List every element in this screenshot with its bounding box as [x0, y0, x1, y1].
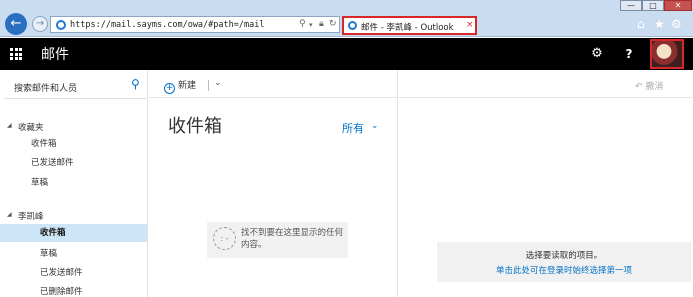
favorites-header[interactable]: ◢ 收藏夹: [7, 121, 44, 133]
window-maximize-button[interactable]: □: [642, 0, 664, 11]
empty-state: : - 找不到要在这里显示的任何内容。: [207, 222, 348, 258]
favorites-item-drafts[interactable]: 草稿: [0, 174, 147, 192]
search-icon[interactable]: ⚲: [131, 77, 140, 91]
browser-tab[interactable]: 邮件 - 李凯峰 - Outlook ×: [342, 16, 477, 35]
account-header[interactable]: ◢ 李凯峰: [7, 210, 44, 222]
lock-icon[interactable]: 🔒︎: [319, 19, 324, 29]
undo-button[interactable]: ↶ 撤消: [635, 79, 663, 92]
empty-state-text: 找不到要在这里显示的任何内容。: [241, 228, 344, 250]
window-close-button[interactable]: ✕: [664, 0, 692, 11]
collapse-triangle-icon: ◢: [7, 122, 12, 129]
app-launcher-icon[interactable]: [10, 48, 22, 60]
help-icon[interactable]: ?: [614, 38, 644, 70]
toolbar-divider: [399, 97, 693, 98]
search-input[interactable]: 搜索邮件和人员 ⚲: [4, 73, 146, 99]
undo-label: 撤消: [645, 82, 664, 92]
account-label: 李凯峰: [18, 212, 44, 222]
reading-hint: 选择要读取的项目。: [525, 251, 603, 261]
collapse-triangle-icon: ◢: [7, 211, 12, 218]
folder-item-inbox[interactable]: 收件箱: [0, 224, 147, 242]
favorites-label: 收藏夹: [18, 123, 44, 133]
reading-placeholder: 选择要读取的项目。 单击此处可在登录时始终选择第一项: [437, 242, 691, 282]
search-icon[interactable]: ⚲: [299, 19, 306, 29]
star-icon[interactable]: ★: [654, 17, 665, 31]
forward-button[interactable]: →: [32, 16, 48, 32]
select-first-item-link[interactable]: 单击此处可在登录时始终选择第一项: [437, 264, 691, 276]
gear-icon[interactable]: ⚙: [671, 17, 682, 31]
settings-gear-icon[interactable]: ⚙: [582, 38, 612, 70]
folder-item-deleted[interactable]: 已删除邮件: [0, 283, 147, 297]
reading-pane: ↶ 撤消 选择要读取的项目。 单击此处可在登录时始终选择第一项: [399, 70, 693, 297]
new-message-button[interactable]: + 新建: [164, 78, 197, 94]
message-list-pane: + 新建 ⌄ 收件箱 所有 ⌄ : - 找不到要在这里显示的任何内容。: [149, 70, 398, 297]
avatar[interactable]: [650, 39, 684, 69]
favorites-item-inbox[interactable]: 收件箱: [0, 135, 147, 153]
browser-titlebar: — □ ✕ ← → https://mail.sayms.com/owa/#pa…: [0, 0, 693, 37]
new-label: 新建: [178, 81, 197, 91]
folder-item-drafts[interactable]: 草稿: [0, 245, 147, 263]
refresh-icon[interactable]: ↻: [329, 19, 337, 29]
ie-logo-icon: [56, 20, 66, 30]
search-placeholder: 搜索邮件和人员: [14, 84, 78, 94]
address-bar[interactable]: https://mail.sayms.com/owa/#path=/mail ⚲…: [50, 16, 340, 33]
chevron-down-icon[interactable]: ⌄: [371, 121, 379, 131]
chevron-down-icon[interactable]: ▾: [309, 21, 313, 29]
home-icon[interactable]: ⌂: [637, 17, 645, 31]
folder-pane: 搜索邮件和人员 ⚲ ◢ 收藏夹 收件箱 已发送邮件 草稿 ◢ 李凯峰 收件箱 草…: [0, 70, 148, 297]
tab-close-icon[interactable]: ×: [466, 20, 474, 30]
toolbar-divider: [208, 80, 209, 91]
folder-item-sent[interactable]: 已发送邮件: [0, 264, 147, 282]
window-minimize-button[interactable]: —: [620, 0, 642, 11]
app-header: 邮件 ⚙ ?: [0, 38, 693, 70]
tab-title: 邮件 - 李凯峰 - Outlook: [361, 23, 454, 33]
address-url[interactable]: https://mail.sayms.com/owa/#path=/mail: [70, 20, 264, 30]
undo-icon: ↶: [635, 82, 643, 92]
folder-title: 收件箱: [168, 116, 222, 137]
sad-face-icon: : -: [213, 227, 236, 250]
ie-logo-icon: [348, 21, 357, 30]
new-dropdown-chevron-icon[interactable]: ⌄: [214, 78, 222, 88]
app-title: 邮件: [41, 47, 69, 63]
plus-icon: +: [164, 83, 175, 94]
toolbar-divider: [149, 97, 398, 98]
favorites-item-sent[interactable]: 已发送邮件: [0, 154, 147, 172]
filter-dropdown[interactable]: 所有: [342, 120, 364, 136]
back-button[interactable]: ←: [5, 13, 27, 35]
